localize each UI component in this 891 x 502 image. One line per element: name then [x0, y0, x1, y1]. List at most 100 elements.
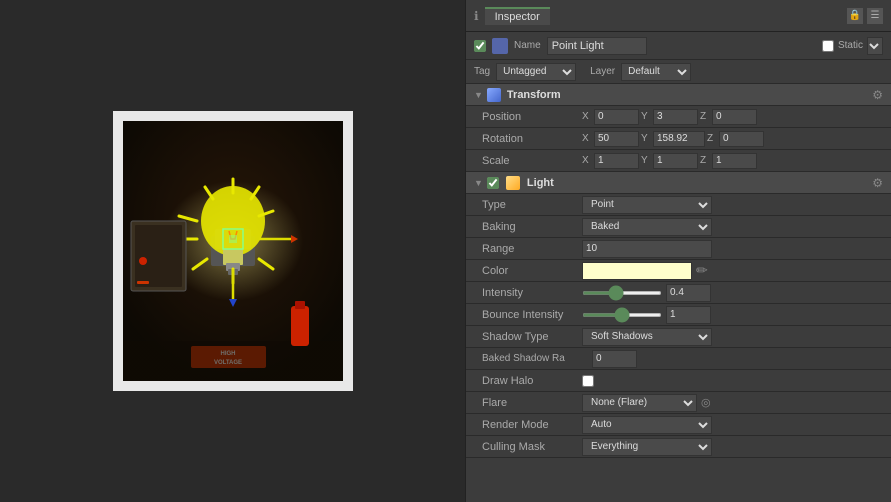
- eyedropper-icon[interactable]: ✏: [696, 262, 708, 279]
- draw-halo-row: Draw Halo: [466, 370, 891, 392]
- scale-x-label: X: [582, 155, 592, 166]
- rotation-fields: X Y Z: [582, 131, 883, 147]
- culling-mask-dropdown[interactable]: Everything: [582, 438, 712, 456]
- range-label: Range: [482, 243, 582, 255]
- bounce-value-input[interactable]: [666, 306, 711, 324]
- baked-shadow-row: Baked Shadow Ra: [466, 348, 891, 370]
- baking-dropdown[interactable]: Baked: [582, 218, 712, 236]
- inspector-header: ℹ Inspector 🔒 ☰: [466, 0, 891, 32]
- intensity-label: Intensity: [482, 287, 582, 299]
- shadow-type-dropdown[interactable]: Soft Shadows: [582, 328, 712, 346]
- light-title: Light: [527, 177, 554, 189]
- inspector-tab[interactable]: Inspector: [485, 7, 550, 25]
- intensity-row: Intensity: [466, 282, 891, 304]
- position-x-input[interactable]: [594, 109, 639, 125]
- static-row: Static ▼: [822, 37, 883, 55]
- shadow-type-row: Shadow Type Soft Shadows: [466, 326, 891, 348]
- transform-section-header[interactable]: ▼ Transform ⚙: [466, 84, 891, 106]
- scale-fields: X Y Z: [582, 153, 883, 169]
- bounce-slider-row: [582, 306, 883, 324]
- position-fields: X Y Z: [582, 109, 883, 125]
- flare-picker-icon[interactable]: ◎: [701, 396, 711, 409]
- rotation-z-input[interactable]: [719, 131, 764, 147]
- position-y-input[interactable]: [653, 109, 698, 125]
- light-icon: [506, 176, 520, 190]
- flare-row: Flare None (Flare) ◎: [466, 392, 891, 414]
- type-row: Type Point: [466, 194, 891, 216]
- draw-halo-label: Draw Halo: [482, 375, 582, 387]
- static-checkbox[interactable]: [822, 40, 834, 52]
- object-name-field[interactable]: [547, 37, 647, 55]
- inspector-icon: ℹ: [474, 9, 479, 23]
- layer-label: Layer: [590, 66, 615, 77]
- pos-z-label: Z: [700, 111, 710, 122]
- name-label: Name: [514, 40, 541, 51]
- intensity-slider[interactable]: [582, 291, 662, 295]
- rotation-y-input[interactable]: [653, 131, 705, 147]
- scene-canvas: HIGH VOLTAGE: [113, 111, 353, 391]
- culling-mask-label: Culling Mask: [482, 441, 582, 453]
- light-arrow-icon: ▼: [474, 178, 483, 188]
- scale-y-label: Y: [641, 155, 651, 166]
- scale-z-label: Z: [700, 155, 710, 166]
- type-label: Type: [482, 199, 582, 211]
- lock-icon-button[interactable]: 🔒: [847, 8, 863, 24]
- culling-mask-row: Culling Mask Everything: [466, 436, 891, 458]
- scale-y-input[interactable]: [653, 153, 698, 169]
- rotation-label: Rotation: [482, 133, 582, 145]
- light-section-header[interactable]: ▼ Light ⚙: [466, 172, 891, 194]
- render-mode-dropdown[interactable]: Auto: [582, 416, 712, 434]
- object-icon: [492, 38, 508, 54]
- bounce-intensity-row: Bounce Intensity: [466, 304, 891, 326]
- bounce-intensity-label: Bounce Intensity: [482, 309, 582, 321]
- transform-gear-icon[interactable]: ⚙: [872, 88, 883, 102]
- transform-title: Transform: [507, 89, 561, 101]
- baked-shadow-input[interactable]: [592, 350, 637, 368]
- object-active-checkbox[interactable]: [474, 40, 486, 52]
- scale-label: Scale: [482, 155, 582, 167]
- inspector-icons: 🔒 ☰: [847, 8, 883, 24]
- color-row: Color ✏: [466, 260, 891, 282]
- tag-label: Tag: [474, 66, 490, 77]
- position-z-input[interactable]: [712, 109, 757, 125]
- baked-shadow-label: Baked Shadow Ra: [482, 353, 592, 364]
- pos-y-label: Y: [641, 111, 651, 122]
- render-mode-row: Render Mode Auto: [466, 414, 891, 436]
- baking-row: Baking Baked: [466, 216, 891, 238]
- layer-dropdown[interactable]: Default: [621, 63, 691, 81]
- rotation-x-input[interactable]: [594, 131, 639, 147]
- position-row: Position X Y Z: [466, 106, 891, 128]
- tag-layer-row: Tag Untagged Layer Default: [466, 60, 891, 84]
- rot-x-label: X: [582, 133, 592, 144]
- type-dropdown[interactable]: Point: [582, 196, 712, 214]
- scale-row: Scale X Y Z: [466, 150, 891, 172]
- rot-y-label: Y: [641, 133, 651, 144]
- transform-icon: [487, 88, 501, 102]
- rotation-row: Rotation X Y Z: [466, 128, 891, 150]
- scale-z-input[interactable]: [712, 153, 757, 169]
- light-gear-icon[interactable]: ⚙: [872, 176, 883, 190]
- position-label: Position: [482, 111, 582, 123]
- inspector-panel: ℹ Inspector 🔒 ☰ Name Static ▼ Tag Untagg…: [465, 0, 891, 502]
- shadow-type-label: Shadow Type: [482, 331, 582, 343]
- color-swatch[interactable]: [582, 262, 692, 280]
- static-dropdown[interactable]: ▼: [867, 37, 883, 55]
- intensity-value-input[interactable]: [666, 284, 711, 302]
- range-input[interactable]: [582, 240, 712, 258]
- scale-x-input[interactable]: [594, 153, 639, 169]
- range-row: Range: [466, 238, 891, 260]
- light-enabled-checkbox[interactable]: [487, 177, 499, 189]
- intensity-slider-row: [582, 284, 883, 302]
- inspector-tab-label: Inspector: [495, 11, 540, 23]
- draw-halo-checkbox[interactable]: [582, 375, 594, 387]
- scene-view: HIGH VOLTAGE: [0, 0, 465, 502]
- bounce-slider[interactable]: [582, 313, 662, 317]
- rot-z-label: Z: [707, 133, 717, 144]
- flare-dropdown[interactable]: None (Flare): [582, 394, 697, 412]
- baking-label: Baking: [482, 221, 582, 233]
- pos-x-label: X: [582, 111, 592, 122]
- menu-icon-button[interactable]: ☰: [867, 8, 883, 24]
- flare-label: Flare: [482, 397, 582, 409]
- tag-dropdown[interactable]: Untagged: [496, 63, 576, 81]
- object-header-row: Name Static ▼: [466, 32, 891, 60]
